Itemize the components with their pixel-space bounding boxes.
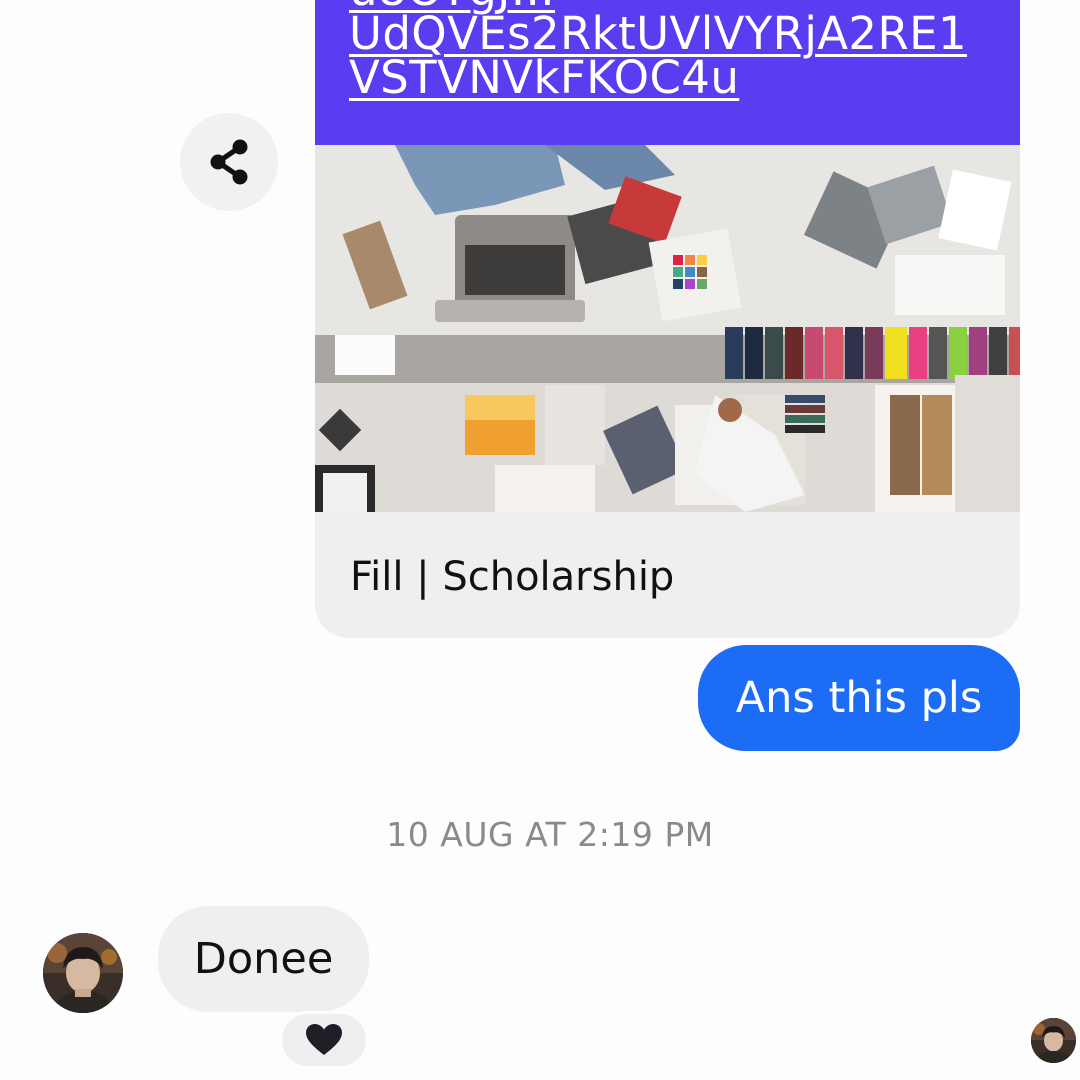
card-link[interactable]: u8OYgJ... UdQVEs2RktUVlVYRjA2RE1 VSTVNVk… bbox=[349, 0, 986, 100]
workspace-desk-photo bbox=[315, 145, 1020, 512]
card-preview-image[interactable] bbox=[315, 145, 1020, 512]
message-reaction[interactable] bbox=[279, 1011, 369, 1069]
share-icon bbox=[210, 139, 248, 185]
outgoing-message-text: Ans this pls bbox=[735, 673, 983, 723]
incoming-message-bubble[interactable]: Donee bbox=[158, 906, 369, 1012]
shared-link-card[interactable]: u8OYgJ... UdQVEs2RktUVlVYRjA2RE1 VSTVNVk… bbox=[315, 0, 1020, 638]
avatar-image bbox=[43, 933, 123, 1013]
seen-avatar bbox=[1031, 1018, 1076, 1063]
seen-avatar-image bbox=[1031, 1018, 1076, 1063]
card-link-area[interactable]: u8OYgJ... UdQVEs2RktUVlVYRjA2RE1 VSTVNVk… bbox=[315, 0, 1020, 145]
message-timestamp: 10 AUG AT 2:19 PM bbox=[386, 815, 714, 854]
card-caption: Fill | Scholarship bbox=[350, 554, 675, 600]
black-heart-icon bbox=[306, 1024, 342, 1055]
share-button[interactable] bbox=[180, 113, 278, 211]
outgoing-message-bubble[interactable]: Ans this pls bbox=[698, 645, 1020, 751]
incoming-message-text: Donee bbox=[193, 934, 334, 984]
sender-avatar[interactable] bbox=[43, 933, 123, 1013]
card-footer[interactable]: Fill | Scholarship bbox=[315, 512, 1020, 638]
